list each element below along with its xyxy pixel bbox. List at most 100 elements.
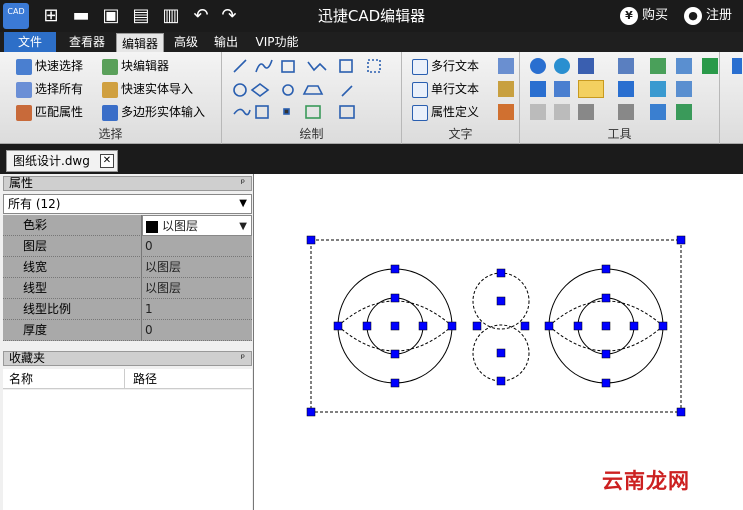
register-button[interactable]: ● 注册 bbox=[684, 6, 732, 26]
offset-icon[interactable] bbox=[676, 81, 692, 97]
color-select[interactable]: 以图层 ▼ bbox=[142, 215, 252, 236]
property-name: 色彩 bbox=[3, 215, 142, 236]
circle-tool-icon bbox=[233, 83, 247, 97]
middle-symbol[interactable] bbox=[472, 272, 530, 382]
property-row-linetype[interactable]: 线型 以图层 bbox=[3, 278, 252, 299]
property-filter-select[interactable]: 所有 (12) ▼ bbox=[3, 194, 252, 214]
new-file-icon[interactable]: ⊞ bbox=[40, 5, 62, 27]
select-group-label: 选择 bbox=[98, 127, 123, 141]
text-edit-icon[interactable] bbox=[498, 104, 514, 120]
layer-icon[interactable] bbox=[618, 58, 634, 74]
property-value[interactable]: 0 bbox=[142, 320, 252, 341]
save-icon[interactable]: ▣ bbox=[100, 5, 122, 27]
property-row-lineweight[interactable]: 线宽 以图层 bbox=[3, 257, 252, 278]
grip bbox=[390, 293, 400, 303]
grip bbox=[390, 321, 400, 331]
grip bbox=[496, 348, 506, 358]
scale-icon[interactable] bbox=[554, 81, 570, 97]
trim-icon[interactable] bbox=[618, 81, 634, 97]
grip bbox=[306, 407, 316, 417]
chamfer-icon[interactable] bbox=[578, 104, 594, 120]
property-value: 以图层 bbox=[162, 219, 199, 233]
save-as-icon[interactable]: ▤ bbox=[130, 5, 152, 27]
extend-icon[interactable] bbox=[650, 81, 666, 97]
tab-viewer[interactable]: 查看器 bbox=[62, 32, 112, 52]
column-name[interactable]: 名称 bbox=[3, 369, 125, 389]
buy-button[interactable]: ¥ 购买 bbox=[620, 6, 668, 26]
register-label: 注册 bbox=[706, 8, 733, 23]
property-value[interactable]: 以图层 bbox=[142, 257, 252, 278]
attribute-define-button[interactable]: 属性定义 bbox=[412, 102, 479, 122]
quick-select-icon bbox=[16, 58, 32, 75]
ribbon: 快速选择 块编辑器 选择所有 快速实体导入 匹配属性 多边形实体输入 选择 绘制… bbox=[0, 52, 743, 144]
property-value[interactable]: 0 bbox=[142, 236, 252, 257]
tab-vip[interactable]: VIP功能 bbox=[250, 32, 304, 52]
select-all-button[interactable]: 选择所有 bbox=[16, 79, 83, 99]
select-group: 快速选择 块编辑器 选择所有 快速实体导入 匹配属性 多边形实体输入 选择 bbox=[0, 52, 222, 144]
match-properties-button[interactable]: 匹配属性 bbox=[16, 102, 83, 122]
close-icon[interactable]: ✕ bbox=[100, 154, 114, 168]
single-text-icon bbox=[412, 81, 428, 98]
arc-tool-icon bbox=[282, 84, 294, 96]
favorites-title: 收藏夹 bbox=[9, 351, 46, 365]
break-icon[interactable] bbox=[530, 104, 546, 120]
column-path[interactable]: 路径 bbox=[127, 369, 252, 389]
multiline-text-button[interactable]: 多行文本 bbox=[412, 56, 479, 76]
purge-icon[interactable] bbox=[676, 104, 692, 120]
stretch-icon[interactable] bbox=[530, 81, 546, 97]
rectangle-tool-icon bbox=[281, 60, 295, 73]
pin-icon[interactable]: ᵖ bbox=[241, 177, 245, 190]
drawing-svg[interactable] bbox=[255, 174, 743, 510]
fillet-icon[interactable] bbox=[618, 104, 634, 120]
selection-grips[interactable] bbox=[306, 235, 686, 417]
rotate-icon[interactable] bbox=[554, 58, 570, 74]
tab-editor[interactable]: 编辑器 bbox=[116, 33, 164, 52]
app-logo-text: CAD bbox=[7, 7, 25, 16]
grip bbox=[658, 321, 668, 331]
grip bbox=[496, 376, 506, 386]
tab-advanced[interactable]: 高级 bbox=[168, 32, 204, 52]
tab-output[interactable]: 输出 bbox=[208, 32, 244, 52]
property-value[interactable]: 1 bbox=[142, 299, 252, 320]
text-find-icon[interactable] bbox=[498, 81, 514, 97]
polygon-entity-input-button[interactable]: 多边形实体输入 bbox=[102, 102, 205, 122]
property-row-thickness[interactable]: 厚度 0 bbox=[3, 320, 252, 341]
property-row-layer[interactable]: 图层 0 bbox=[3, 236, 252, 257]
property-value[interactable]: 以图层 bbox=[142, 278, 252, 299]
measure-icon[interactable] bbox=[650, 104, 666, 120]
redo-icon[interactable]: ↷ bbox=[218, 5, 240, 27]
insert-block-icon bbox=[339, 59, 353, 73]
single-text-button[interactable]: 单行文本 bbox=[412, 79, 479, 99]
mirror-icon[interactable] bbox=[578, 58, 594, 74]
file-menu[interactable]: 文件 bbox=[4, 32, 56, 52]
move-icon[interactable] bbox=[530, 58, 546, 74]
more-tools-icon[interactable] bbox=[732, 58, 742, 74]
pin-icon[interactable]: ᵖ bbox=[241, 352, 245, 365]
block-editor-icon bbox=[102, 58, 118, 75]
watermark: 云南龙网 bbox=[602, 469, 690, 493]
copy-icon[interactable] bbox=[650, 58, 666, 74]
open-folder-icon[interactable]: ▬ bbox=[70, 5, 92, 27]
quick-entity-import-button[interactable]: 快速实体导入 bbox=[102, 79, 193, 99]
favorites-list[interactable] bbox=[3, 390, 252, 510]
array-icon[interactable] bbox=[676, 58, 692, 74]
text-group-label: 文字 bbox=[448, 127, 473, 141]
document-tab[interactable]: 图纸设计.dwg ✕ bbox=[6, 150, 118, 172]
curve-tool-icon bbox=[233, 108, 251, 116]
print-icon[interactable]: ▥ bbox=[160, 5, 182, 27]
explode-icon[interactable] bbox=[578, 80, 604, 98]
property-row-linetype-scale[interactable]: 线型比例 1 bbox=[3, 299, 252, 320]
line-tool-icon bbox=[233, 59, 247, 73]
undo-icon[interactable]: ↶ bbox=[190, 5, 212, 27]
quick-select-button[interactable]: 快速选择 bbox=[16, 56, 83, 76]
property-name: 线宽 bbox=[3, 257, 142, 278]
title-bar: CAD ⊞ ▬ ▣ ▤ ▥ ↶ ↷ 迅捷CAD编辑器 ¥ 购买 ● 注册 bbox=[0, 0, 743, 32]
text-style-icon[interactable] bbox=[498, 58, 514, 74]
drawing-canvas[interactable] bbox=[255, 174, 743, 510]
group-icon[interactable] bbox=[702, 58, 718, 74]
app-logo[interactable]: CAD bbox=[3, 3, 29, 29]
favorites-header: 收藏夹 ᵖ bbox=[3, 351, 252, 366]
grip bbox=[601, 293, 611, 303]
block-editor-button[interactable]: 块编辑器 bbox=[102, 56, 169, 76]
join-icon[interactable] bbox=[554, 104, 570, 120]
